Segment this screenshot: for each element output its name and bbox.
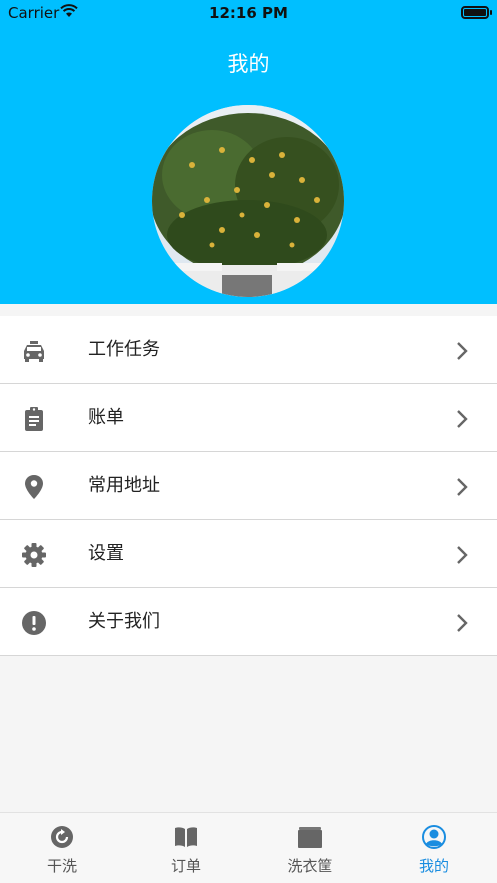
taxi-icon bbox=[24, 341, 44, 362]
profile-header: Carrier 12:16 PM 我的 bbox=[0, 0, 497, 304]
menu-item-label: 账单 bbox=[88, 407, 124, 428]
chevron-right-icon bbox=[457, 342, 468, 360]
clock: 12:16 PM bbox=[209, 4, 288, 22]
menu-item-label: 工作任务 bbox=[88, 339, 160, 360]
profile-menu: 工作任务 账单 常用地址 设置 关于我们 bbox=[0, 316, 497, 656]
open-book-icon bbox=[175, 827, 197, 847]
gear-icon bbox=[22, 543, 46, 567]
exclamation-circle-icon bbox=[22, 611, 46, 635]
status-bar: Carrier 12:16 PM bbox=[0, 0, 497, 26]
clipboard-icon bbox=[25, 407, 43, 431]
chevron-right-icon bbox=[457, 614, 468, 632]
tab-label: 订单 bbox=[170, 857, 201, 875]
menu-item-common-addresses[interactable]: 常用地址 bbox=[0, 452, 497, 520]
menu-item-settings[interactable]: 设置 bbox=[0, 520, 497, 588]
avatar-photo-tree bbox=[152, 105, 344, 297]
tab-laundry-basket[interactable]: 洗衣筐 bbox=[248, 813, 372, 883]
menu-item-work-tasks[interactable]: 工作任务 bbox=[0, 316, 497, 384]
tab-bar: 干洗 订单 洗衣筐 我的 bbox=[0, 812, 497, 883]
location-pin-icon bbox=[25, 475, 43, 499]
menu-item-label: 常用地址 bbox=[88, 475, 160, 496]
user-profile-icon bbox=[422, 825, 446, 849]
page-title: 我的 bbox=[227, 52, 270, 76]
chevron-right-icon bbox=[457, 546, 468, 564]
menu-item-bills[interactable]: 账单 bbox=[0, 384, 497, 452]
tab-label: 洗衣筐 bbox=[287, 857, 333, 875]
battery-icon bbox=[461, 6, 492, 19]
tab-dry-cleaning[interactable]: 干洗 bbox=[0, 813, 124, 883]
chevron-right-icon bbox=[457, 478, 468, 496]
tab-orders[interactable]: 订单 bbox=[124, 813, 248, 883]
tab-mine[interactable]: 我的 bbox=[372, 813, 496, 883]
menu-item-label: 关于我们 bbox=[88, 611, 160, 632]
tab-label: 干洗 bbox=[46, 857, 77, 875]
refresh-circle-icon bbox=[51, 826, 73, 848]
tab-label: 我的 bbox=[418, 857, 449, 875]
menu-item-label: 设置 bbox=[88, 543, 124, 564]
chevron-right-icon bbox=[457, 410, 468, 428]
menu-item-about-us[interactable]: 关于我们 bbox=[0, 588, 497, 656]
basket-box-icon bbox=[298, 827, 322, 848]
avatar[interactable] bbox=[152, 105, 344, 297]
